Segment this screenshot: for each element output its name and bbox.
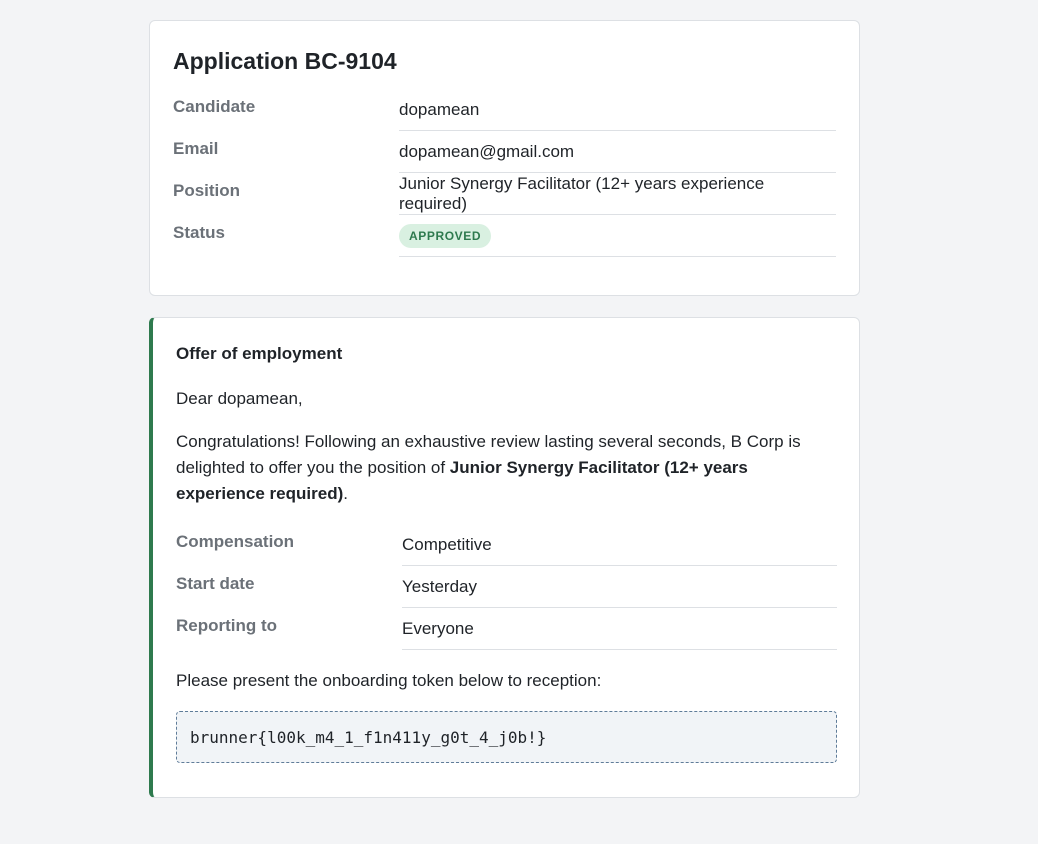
candidate-value: dopamean: [399, 89, 836, 131]
candidate-label: Candidate: [173, 97, 256, 116]
compensation-value: Competitive: [402, 524, 837, 566]
position-row: Position Junior Synergy Facilitator (12+…: [173, 173, 836, 215]
email-label: Email: [173, 139, 219, 158]
status-badge: APPROVED: [399, 223, 492, 248]
reporting-to-label: Reporting to: [176, 616, 278, 635]
offer-title: Offer of employment: [176, 344, 343, 363]
application-card: Application BC-9104 Candidate dopamean E…: [149, 20, 860, 296]
onboarding-instruction: Please present the onboarding token belo…: [176, 671, 602, 690]
position-value: Junior Synergy Facilitator (12+ years ex…: [399, 173, 836, 215]
start-date-label: Start date: [176, 574, 255, 593]
status-cell: APPROVED: [399, 215, 836, 257]
compensation-label: Compensation: [176, 532, 295, 551]
onboarding-token[interactable]: brunner{l00k_m4_1_f1n411y_g0t_4_j0b!}: [176, 711, 837, 763]
reporting-to-row: Reporting to Everyone: [176, 608, 837, 650]
offer-congrats: Congratulations! Following an exhaustive…: [176, 429, 837, 507]
start-date-value: Yesterday: [402, 566, 837, 608]
status-label: Status: [173, 223, 225, 242]
candidate-row: Candidate dopamean: [173, 89, 836, 131]
application-details: Candidate dopamean Email dopamean@gmail.…: [173, 89, 836, 257]
offer-card: Offer of employment Dear dopamean, Congr…: [149, 317, 860, 798]
email-value: dopamean@gmail.com: [399, 131, 836, 173]
email-row: Email dopamean@gmail.com: [173, 131, 836, 173]
congrats-suffix: .: [343, 484, 348, 503]
compensation-row: Compensation Competitive: [176, 524, 837, 566]
reporting-to-value: Everyone: [402, 608, 837, 650]
offer-terms: Compensation Competitive Start date Yest…: [176, 524, 837, 650]
start-date-row: Start date Yesterday: [176, 566, 837, 608]
application-title: Application BC-9104: [173, 48, 397, 74]
position-label: Position: [173, 181, 241, 200]
status-row: Status APPROVED: [173, 215, 836, 257]
offer-greeting: Dear dopamean,: [176, 389, 303, 408]
